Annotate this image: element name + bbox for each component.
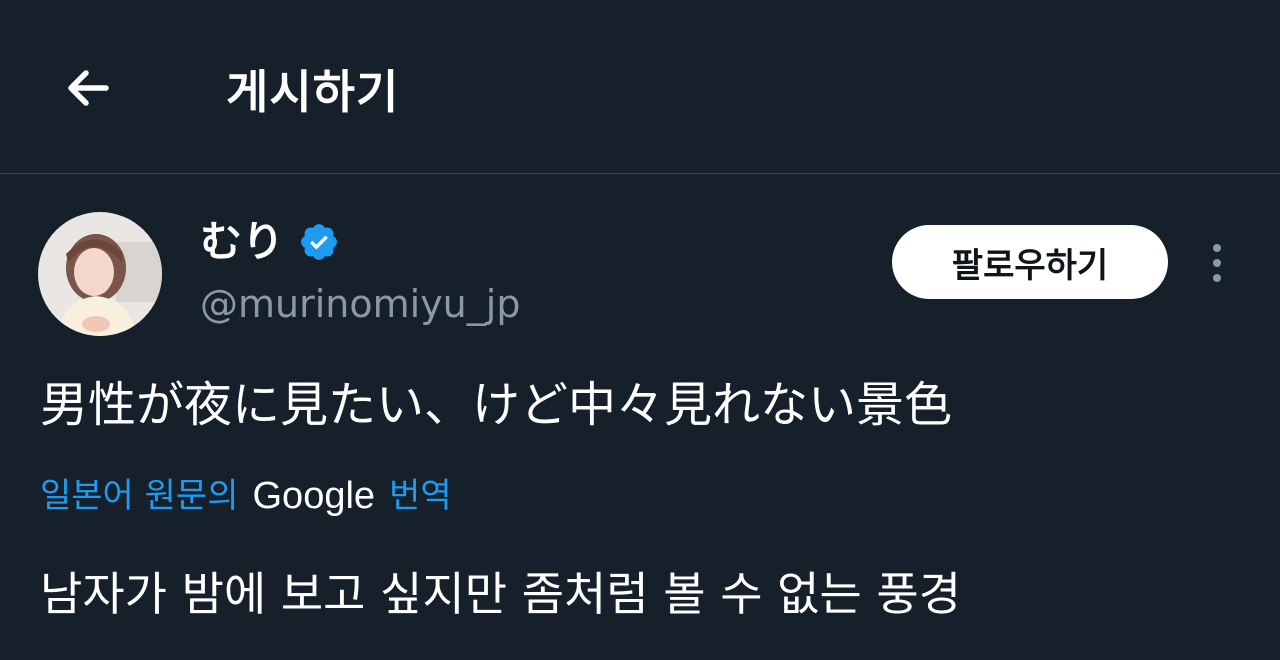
- translated-post-text: 남자가 밤에 보고 싶지만 좀처럼 볼 수 없는 풍경: [40, 567, 962, 621]
- follow-button[interactable]: 팔로우하기: [892, 225, 1168, 299]
- more-options-button[interactable]: [1192, 228, 1242, 298]
- translation-prefix[interactable]: 일본어 원문의: [40, 470, 239, 522]
- more-vertical-icon-dot: [1213, 259, 1221, 267]
- verified-badge-icon: [301, 224, 337, 260]
- back-button[interactable]: [52, 52, 124, 124]
- more-vertical-icon-dot: [1213, 274, 1221, 282]
- author-handle[interactable]: @murinomiyu_jp: [200, 278, 520, 330]
- post-text: 男性が夜に見たい、けど中々見れない景色: [40, 377, 953, 433]
- avatar-image: [38, 212, 162, 336]
- google-logo: Google: [252, 475, 376, 517]
- arrow-left-icon: [68, 70, 109, 106]
- display-name[interactable]: むり: [200, 214, 284, 270]
- translation-attribution[interactable]: 일본어 원문의 Google 번역: [40, 470, 452, 522]
- avatar[interactable]: [38, 212, 162, 336]
- page-title: 게시하기: [226, 65, 400, 119]
- more-vertical-icon: [1213, 244, 1221, 252]
- top-app-bar: 게시하기: [0, 0, 1280, 174]
- translation-suffix[interactable]: 번역: [389, 470, 452, 522]
- author-name-row: むり: [200, 212, 340, 272]
